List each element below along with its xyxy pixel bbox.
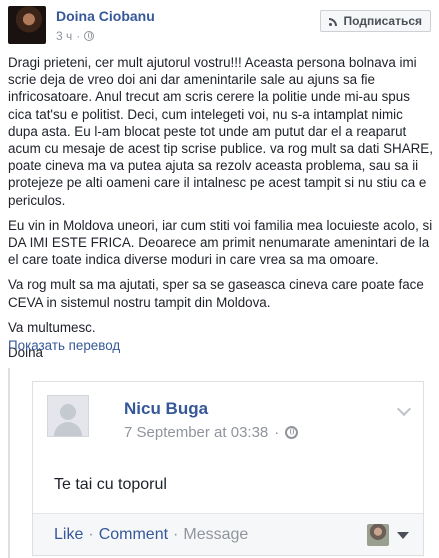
embedded-post-card: Nicu Buga 7 September at 03:38 · Te tai … xyxy=(32,381,424,556)
action-separator: · xyxy=(88,525,94,543)
globe-icon[interactable] xyxy=(84,31,95,41)
embedded-meta-separator: · xyxy=(274,424,280,441)
embedded-action-bar: Like · Comment · Message xyxy=(33,513,423,555)
viewer-avatar xyxy=(367,524,389,546)
post-paragraph: Eu vin in Moldova uneori, iar cum stiti … xyxy=(8,217,433,268)
post-paragraph: Va multumesc. xyxy=(8,319,96,335)
comment-action: Comment xyxy=(98,525,169,543)
post-body: Dragi prieteni, cer mult ajutorul vostru… xyxy=(8,54,434,369)
caret-down-icon xyxy=(397,531,409,539)
message-action: Message xyxy=(183,525,249,543)
post-meta: 3 ч · xyxy=(56,29,95,43)
meta-separator: · xyxy=(76,29,81,43)
globe-icon xyxy=(285,426,299,439)
post-header: Doina Ciobanu 3 ч · Подписаться xyxy=(0,0,439,52)
embedded-author-avatar xyxy=(47,395,89,437)
embedded-screenshot: Nicu Buga 7 September at 03:38 · Te tai … xyxy=(8,368,432,558)
translate-link[interactable]: Показать перевод xyxy=(8,338,120,353)
chevron-down-icon xyxy=(396,401,412,417)
subscribe-label: Подписаться xyxy=(343,14,422,28)
subscribe-button[interactable]: Подписаться xyxy=(319,10,431,32)
post-paragraph: Dragi prieteni, cer mult ajutorul vostru… xyxy=(8,55,433,208)
embedded-post-text: Te tai cu toporul xyxy=(54,476,167,493)
embedded-author-name: Nicu Buga xyxy=(124,399,209,418)
post-paragraph: Va rog mult sa ma ajutati, sper sa se ga… xyxy=(8,277,424,310)
rss-icon xyxy=(328,16,339,26)
like-action: Like xyxy=(54,525,84,543)
viewer-avatar-selector xyxy=(367,524,409,546)
post-time[interactable]: 3 ч xyxy=(56,29,72,43)
author-avatar[interactable] xyxy=(8,6,46,44)
action-separator: · xyxy=(173,525,179,543)
embedded-post-time: 7 September at 03:38 xyxy=(124,424,269,441)
embedded-post-meta: 7 September at 03:38 · xyxy=(124,424,299,441)
author-name[interactable]: Doina Ciobanu xyxy=(56,8,155,24)
